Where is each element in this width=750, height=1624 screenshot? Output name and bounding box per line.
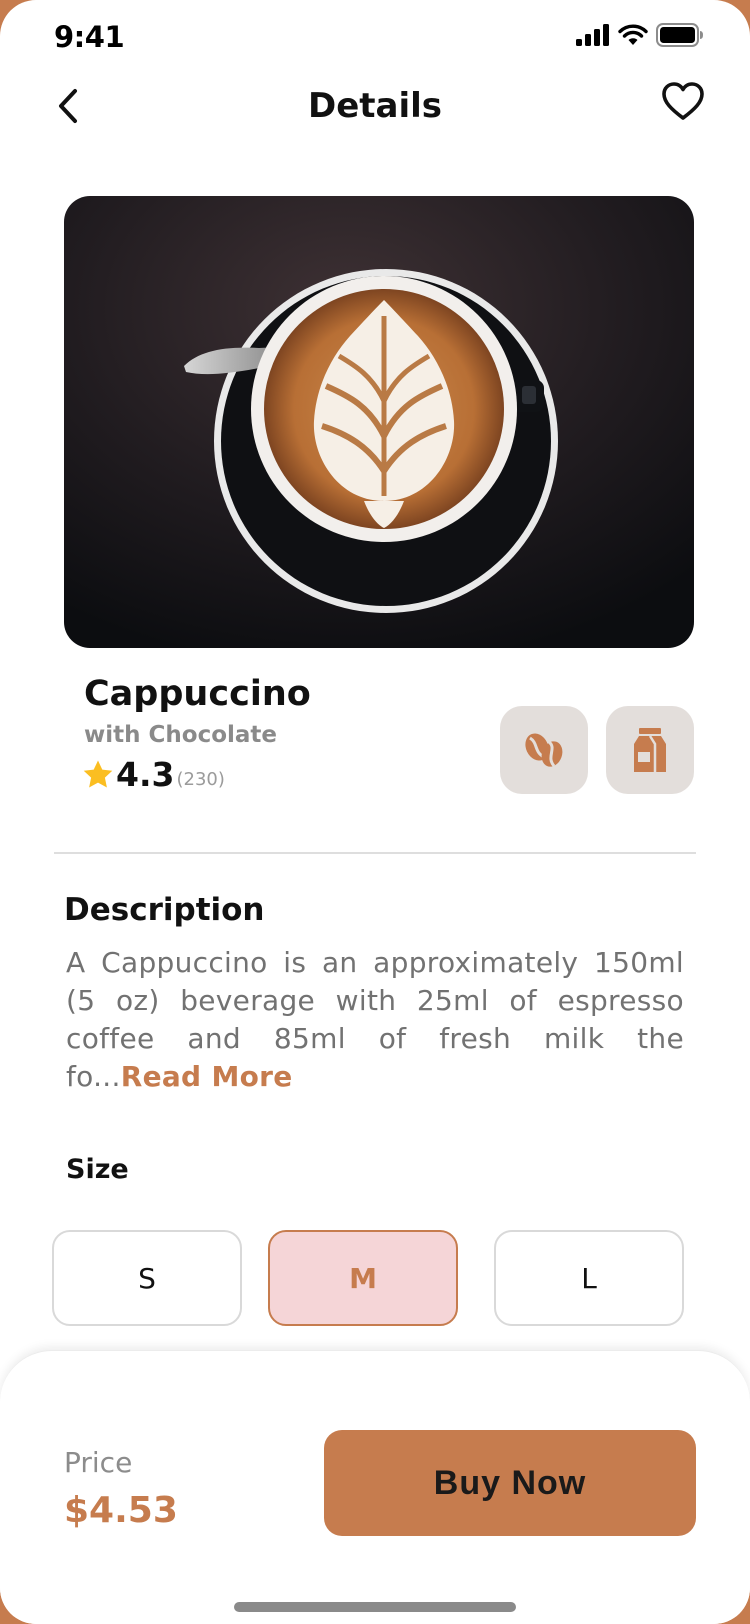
page-title: Details — [307, 86, 443, 126]
price-label: Price — [64, 1446, 133, 1479]
signal-icon — [576, 24, 609, 46]
battery-icon — [656, 23, 703, 47]
rating-count: (230) — [176, 769, 225, 791]
status-icons — [576, 22, 704, 48]
status-time: 9:41 — [54, 20, 125, 54]
product-name: Cappuccino — [84, 674, 311, 714]
product-subtitle: with Chocolate — [84, 722, 277, 748]
heart-outline-icon — [662, 82, 704, 120]
star-icon — [83, 760, 113, 788]
price-value: $4.53 — [64, 1490, 178, 1531]
description-title: Description — [64, 892, 265, 928]
milk-button[interactable] — [606, 706, 694, 794]
rating: 4.3 (230) — [82, 758, 225, 791]
size-title: Size — [66, 1154, 129, 1185]
product-image — [64, 196, 694, 648]
cappuccino-photo — [64, 196, 694, 648]
description-text: A Cappuccino is an approximately 150ml (… — [66, 944, 684, 1096]
divider — [54, 852, 696, 854]
wifi-icon — [618, 24, 648, 45]
read-more-link[interactable]: Read More — [121, 1060, 293, 1093]
size-option-m[interactable]: M — [268, 1230, 458, 1326]
favorite-button[interactable] — [660, 78, 706, 124]
buy-now-button[interactable]: Buy Now — [324, 1430, 696, 1536]
rating-value: 4.3 — [116, 755, 175, 794]
details-screen: 9:41 Details Cappuccino with Chocolate 4… — [0, 0, 750, 1624]
size-option-s[interactable]: S — [52, 1230, 242, 1326]
size-option-l[interactable]: L — [494, 1230, 684, 1326]
coffee-bean-button[interactable] — [500, 706, 588, 794]
coffee-bean-icon — [525, 733, 563, 767]
milk-carton-icon — [634, 728, 666, 772]
home-indicator[interactable] — [234, 1602, 516, 1612]
